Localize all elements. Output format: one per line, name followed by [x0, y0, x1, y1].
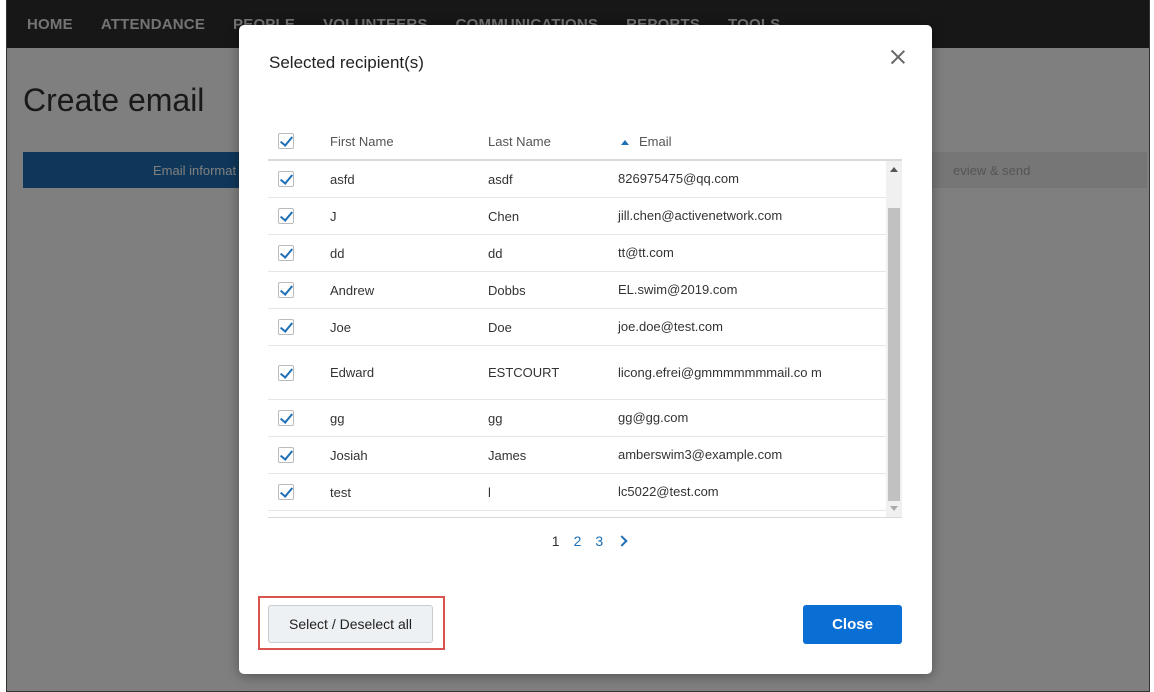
- select-all-checkbox[interactable]: [278, 133, 294, 149]
- table-row: J Chen jill.chen@activenetwork.com: [268, 198, 902, 235]
- cell-email: lc5022@test.com: [618, 484, 719, 499]
- cell-last-name: l: [488, 484, 491, 500]
- cell-email: joe.doe@test.com: [618, 319, 723, 334]
- table-row: Edward ESTCOURT licong.efrei@gmmmmmmmail…: [268, 346, 902, 400]
- cell-last-name: asdf: [488, 171, 513, 187]
- cell-first-name: asfd: [330, 171, 355, 187]
- cell-email: gg@gg.com: [618, 410, 689, 425]
- row-checkbox-cell: [268, 245, 330, 261]
- table-row: Josiah James amberswim3@example.com: [268, 437, 902, 474]
- chevron-right-icon[interactable]: [616, 535, 628, 547]
- row-checkbox-cell: [268, 447, 330, 463]
- table-body: asfd asdf 826975475@qq.com J Chen jill.c…: [268, 161, 902, 518]
- cell-last-name: ESTCOURT: [488, 365, 560, 380]
- cell-first-name: J: [330, 208, 337, 224]
- row-checkbox[interactable]: [278, 171, 294, 187]
- column-last-name[interactable]: Last Name: [488, 134, 618, 149]
- row-checkbox[interactable]: [278, 319, 294, 335]
- column-first-name[interactable]: First Name: [330, 134, 488, 149]
- cell-last-name: gg: [488, 410, 503, 426]
- table-row: gg gg gg@gg.com: [268, 400, 902, 437]
- recipients-table: First Name Last Name Email asfd asdf 826…: [268, 123, 902, 518]
- cell-first-name: Josiah: [330, 447, 368, 463]
- table-row: asfd asdf 826975475@qq.com: [268, 161, 902, 198]
- cell-email: licong.efrei@gmmmmmmmail.co m: [618, 364, 822, 380]
- pagination: 1 2 3: [239, 533, 932, 549]
- page-2[interactable]: 2: [574, 533, 582, 549]
- page-1[interactable]: 1: [552, 533, 560, 549]
- dialog-title: Selected recipient(s): [269, 53, 424, 72]
- scroll-thumb[interactable]: [888, 208, 900, 501]
- row-checkbox[interactable]: [278, 208, 294, 224]
- row-checkbox-cell: [268, 410, 330, 426]
- cell-last-name: James: [488, 447, 527, 463]
- cell-email: EL.swim@2019.com: [618, 282, 738, 297]
- close-icon[interactable]: [888, 47, 908, 67]
- scroll-up-arrow-icon[interactable]: [890, 167, 898, 172]
- cell-last-name: Dobbs: [488, 282, 526, 298]
- row-checkbox-cell: [268, 208, 330, 224]
- selected-recipients-dialog: Selected recipient(s) First Name Last Na…: [239, 25, 932, 674]
- table-header: First Name Last Name Email: [268, 123, 902, 161]
- cell-first-name: Joe: [330, 319, 351, 335]
- scroll-down-arrow-icon[interactable]: [890, 506, 898, 511]
- table-scrollbar[interactable]: [886, 161, 902, 517]
- header-checkbox-cell: [268, 133, 330, 149]
- page-3[interactable]: 3: [595, 533, 603, 549]
- cell-first-name: test: [330, 484, 351, 500]
- row-checkbox[interactable]: [278, 410, 294, 426]
- row-checkbox-cell: [268, 319, 330, 335]
- cell-email: 826975475@qq.com: [618, 171, 739, 186]
- cell-first-name: gg: [330, 410, 345, 426]
- cell-first-name: dd: [330, 245, 345, 261]
- cell-last-name: dd: [488, 245, 503, 261]
- column-email[interactable]: Email: [618, 134, 902, 149]
- row-checkbox[interactable]: [278, 447, 294, 463]
- table-row: test l lc5022@test.com: [268, 474, 902, 511]
- select-deselect-all-button[interactable]: Select / Deselect all: [268, 605, 433, 643]
- cell-last-name: Chen: [488, 208, 520, 224]
- cell-email: tt@tt.com: [618, 245, 674, 260]
- cell-last-name: Doe: [488, 319, 512, 335]
- table-row: Andrew Dobbs EL.swim@2019.com: [268, 272, 902, 309]
- table-row: dd dd tt@tt.com: [268, 235, 902, 272]
- table-row: Joe Doe joe.doe@test.com: [268, 309, 902, 346]
- row-checkbox-cell: [268, 282, 330, 298]
- sort-ascending-icon: [621, 139, 629, 145]
- row-checkbox[interactable]: [278, 484, 294, 500]
- row-checkbox[interactable]: [278, 282, 294, 298]
- row-checkbox-cell: [268, 484, 330, 500]
- cell-first-name: Edward: [330, 365, 375, 380]
- row-checkbox-cell: [268, 364, 330, 381]
- cell-email: jill.chen@activenetwork.com: [618, 208, 783, 223]
- row-checkbox-cell: [268, 171, 330, 187]
- column-email-label: Email: [639, 133, 672, 149]
- cell-first-name: Andrew: [330, 282, 375, 298]
- row-checkbox[interactable]: [278, 364, 294, 381]
- row-checkbox[interactable]: [278, 245, 294, 261]
- cell-email: amberswim3@example.com: [618, 447, 783, 462]
- close-button[interactable]: Close: [803, 605, 902, 644]
